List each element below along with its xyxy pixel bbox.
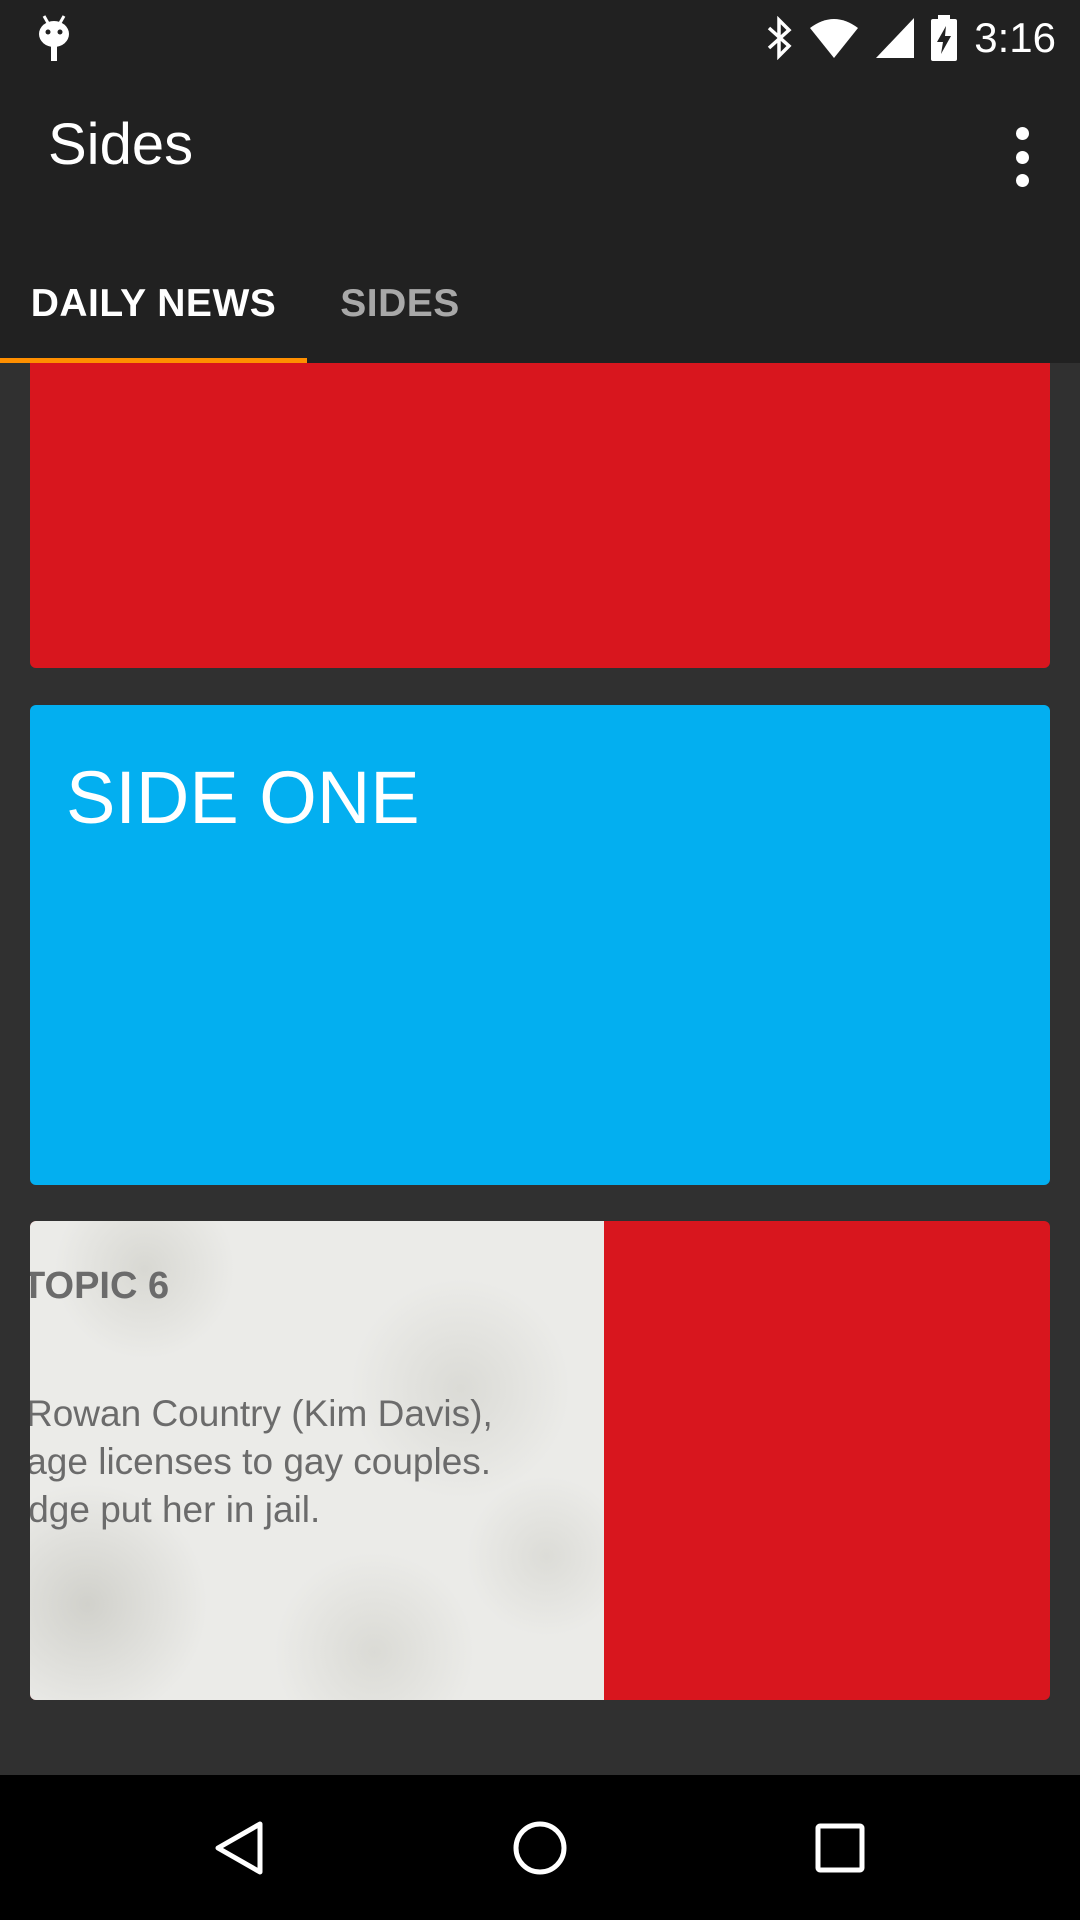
overflow-dot: [1015, 150, 1029, 164]
news-card[interactable]: [30, 363, 1050, 668]
home-icon[interactable]: [480, 1775, 600, 1920]
topic-text-line: Rowan Country (Kim Davis),: [30, 1393, 493, 1434]
back-icon[interactable]: [180, 1775, 300, 1920]
topic-card[interactable]: TOPIC 6 Rowan Country (Kim Davis), iage …: [30, 1221, 1050, 1700]
bluetooth-icon: [764, 15, 794, 60]
more-vert-icon[interactable]: [1000, 127, 1044, 187]
status-bar: 3:16: [0, 0, 1080, 75]
android-icon: [36, 14, 72, 62]
news-feed[interactable]: SIDE ONE TOPIC 6 Rowan Country (Kim Davi…: [0, 363, 1080, 1775]
topic-heading: TOPIC 6: [30, 1265, 170, 1307]
tab-label: DAILY NEWS: [30, 282, 277, 325]
app-bar: Sides DAILY NEWS SIDES: [0, 75, 1080, 363]
tab-sides[interactable]: SIDES: [307, 270, 493, 363]
topic-text-line: idge put her in jail.: [30, 1489, 321, 1530]
signal-icon: [874, 16, 916, 60]
tab-label: SIDES: [340, 282, 460, 325]
topic-text-line: iage licenses to gay couples.: [30, 1441, 492, 1482]
overflow-dot: [1015, 127, 1029, 140]
tab-bar: DAILY NEWS SIDES: [0, 270, 1080, 363]
side-title: SIDE ONE: [66, 756, 420, 839]
battery-charging-icon: [930, 14, 958, 62]
recents-icon[interactable]: [780, 1775, 900, 1920]
overflow-dot: [1015, 174, 1029, 187]
tab-daily-news[interactable]: DAILY NEWS: [0, 270, 307, 363]
status-time: 3:16: [974, 13, 1056, 61]
navigation-bar: [0, 1775, 1080, 1920]
side-one-card[interactable]: SIDE ONE: [30, 705, 1050, 1185]
app-title: Sides: [48, 112, 194, 177]
wifi-icon: [808, 16, 860, 60]
topic-paper-panel: TOPIC 6 Rowan Country (Kim Davis), iage …: [30, 1221, 604, 1700]
